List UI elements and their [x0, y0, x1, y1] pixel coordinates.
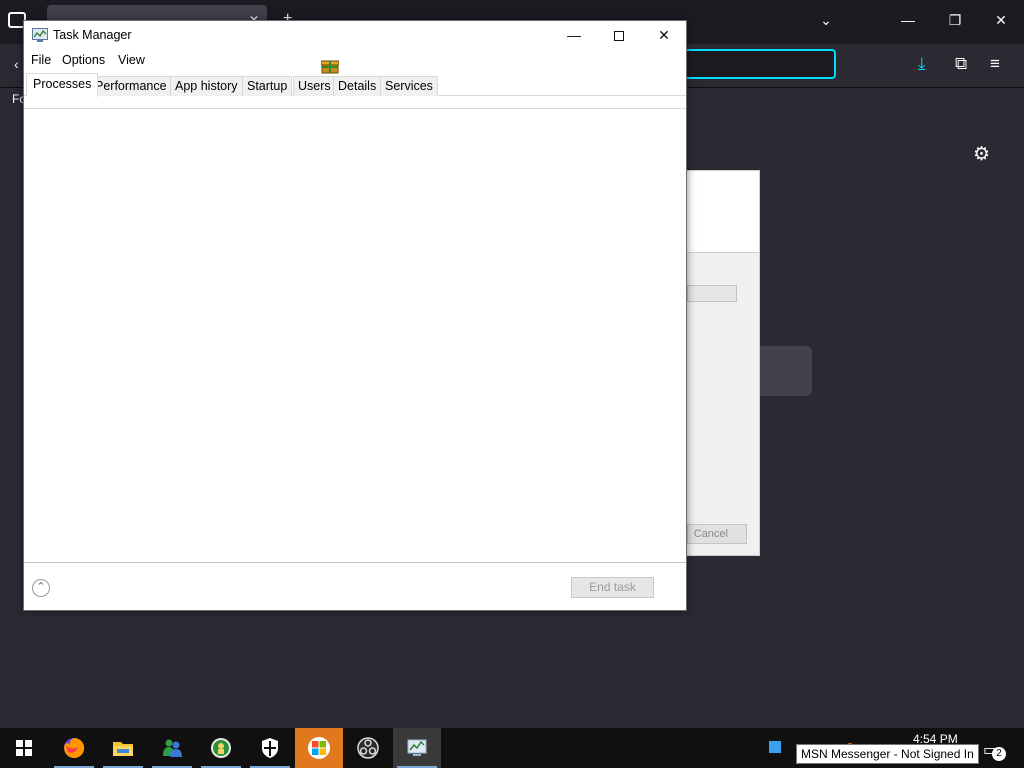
- tab-performance[interactable]: Performance: [90, 76, 172, 96]
- tab-strip: Processes Performance App history Startu…: [24, 73, 686, 97]
- menu-file[interactable]: File: [31, 53, 51, 67]
- process-list[interactable]: [24, 110, 686, 562]
- taskbar-msn-messenger[interactable]: [148, 728, 196, 768]
- tray-app-icon[interactable]: [769, 741, 781, 753]
- browser-minimize-icon[interactable]: —: [898, 12, 918, 28]
- tab-users[interactable]: Users: [293, 76, 336, 96]
- taskbar-windows-security[interactable]: [246, 728, 294, 768]
- browser-restore-icon[interactable]: ❐: [945, 12, 965, 29]
- tab-app-history[interactable]: App history: [170, 76, 243, 96]
- maximize-button[interactable]: [596, 21, 642, 50]
- background-card: [760, 346, 812, 396]
- menu-bar: File Options View: [24, 51, 686, 71]
- windows-security-icon: [262, 738, 278, 758]
- footer-bar: ⌃ End task: [24, 562, 686, 610]
- windows-logo-icon: [16, 740, 32, 756]
- title-bar[interactable]: Task Manager — ✕: [24, 21, 686, 50]
- background-dialog-field[interactable]: [687, 285, 737, 302]
- cancel-button[interactable]: Cancel: [687, 524, 747, 544]
- taskbar-file-explorer[interactable]: [99, 728, 147, 768]
- extensions-icon[interactable]: ⧉: [955, 54, 967, 74]
- tab-processes[interactable]: Processes: [26, 73, 99, 97]
- hamburger-menu-icon[interactable]: ≡: [990, 54, 1000, 74]
- browser-close-icon[interactable]: ✕: [991, 12, 1011, 29]
- window-title: Task Manager: [53, 28, 132, 42]
- task-manager-icon: [407, 739, 427, 756]
- xbox-icon: [211, 738, 231, 758]
- taskbar-obs[interactable]: [344, 728, 392, 768]
- menu-view[interactable]: View: [118, 53, 145, 67]
- taskbar-firefox[interactable]: [50, 728, 98, 768]
- start-button[interactable]: [0, 728, 48, 768]
- taskbar-windows-xp-app[interactable]: [295, 728, 343, 768]
- fewer-details-chevron-icon[interactable]: ⌃: [32, 579, 50, 597]
- tab-services[interactable]: Services: [380, 76, 438, 96]
- download-icon[interactable]: ⤓: [918, 54, 926, 74]
- end-task-button[interactable]: End task: [571, 577, 654, 598]
- taskbar-xbox[interactable]: [197, 728, 245, 768]
- firefox-icon: [64, 737, 85, 758]
- back-arrow-icon[interactable]: ‹: [14, 56, 19, 72]
- column-header-area: [24, 96, 686, 109]
- menu-options[interactable]: Options: [62, 53, 105, 67]
- windows-xp-logo-icon: [308, 737, 330, 759]
- background-dialog: Cancel: [686, 170, 760, 556]
- task-manager-app-icon: [32, 28, 48, 42]
- close-button[interactable]: ✕: [641, 21, 687, 50]
- notification-count-badge: 2: [992, 747, 1006, 761]
- file-explorer-icon: [113, 742, 133, 756]
- tab-details[interactable]: Details: [333, 76, 382, 96]
- msn-messenger-icon: [163, 739, 182, 757]
- gear-icon[interactable]: ⚙: [973, 143, 990, 166]
- list-all-tabs-chevron-icon[interactable]: ⌄: [816, 12, 836, 29]
- tab-startup[interactable]: Startup: [242, 76, 293, 96]
- gift-box-icon: [321, 60, 339, 74]
- msn-tooltip: MSN Messenger - Not Signed In: [796, 744, 979, 764]
- taskbar-task-manager[interactable]: [393, 728, 441, 768]
- minimize-button[interactable]: —: [551, 21, 597, 50]
- obs-icon: [357, 737, 379, 759]
- task-manager-window: Task Manager — ✕ File Options View Proce…: [23, 20, 687, 611]
